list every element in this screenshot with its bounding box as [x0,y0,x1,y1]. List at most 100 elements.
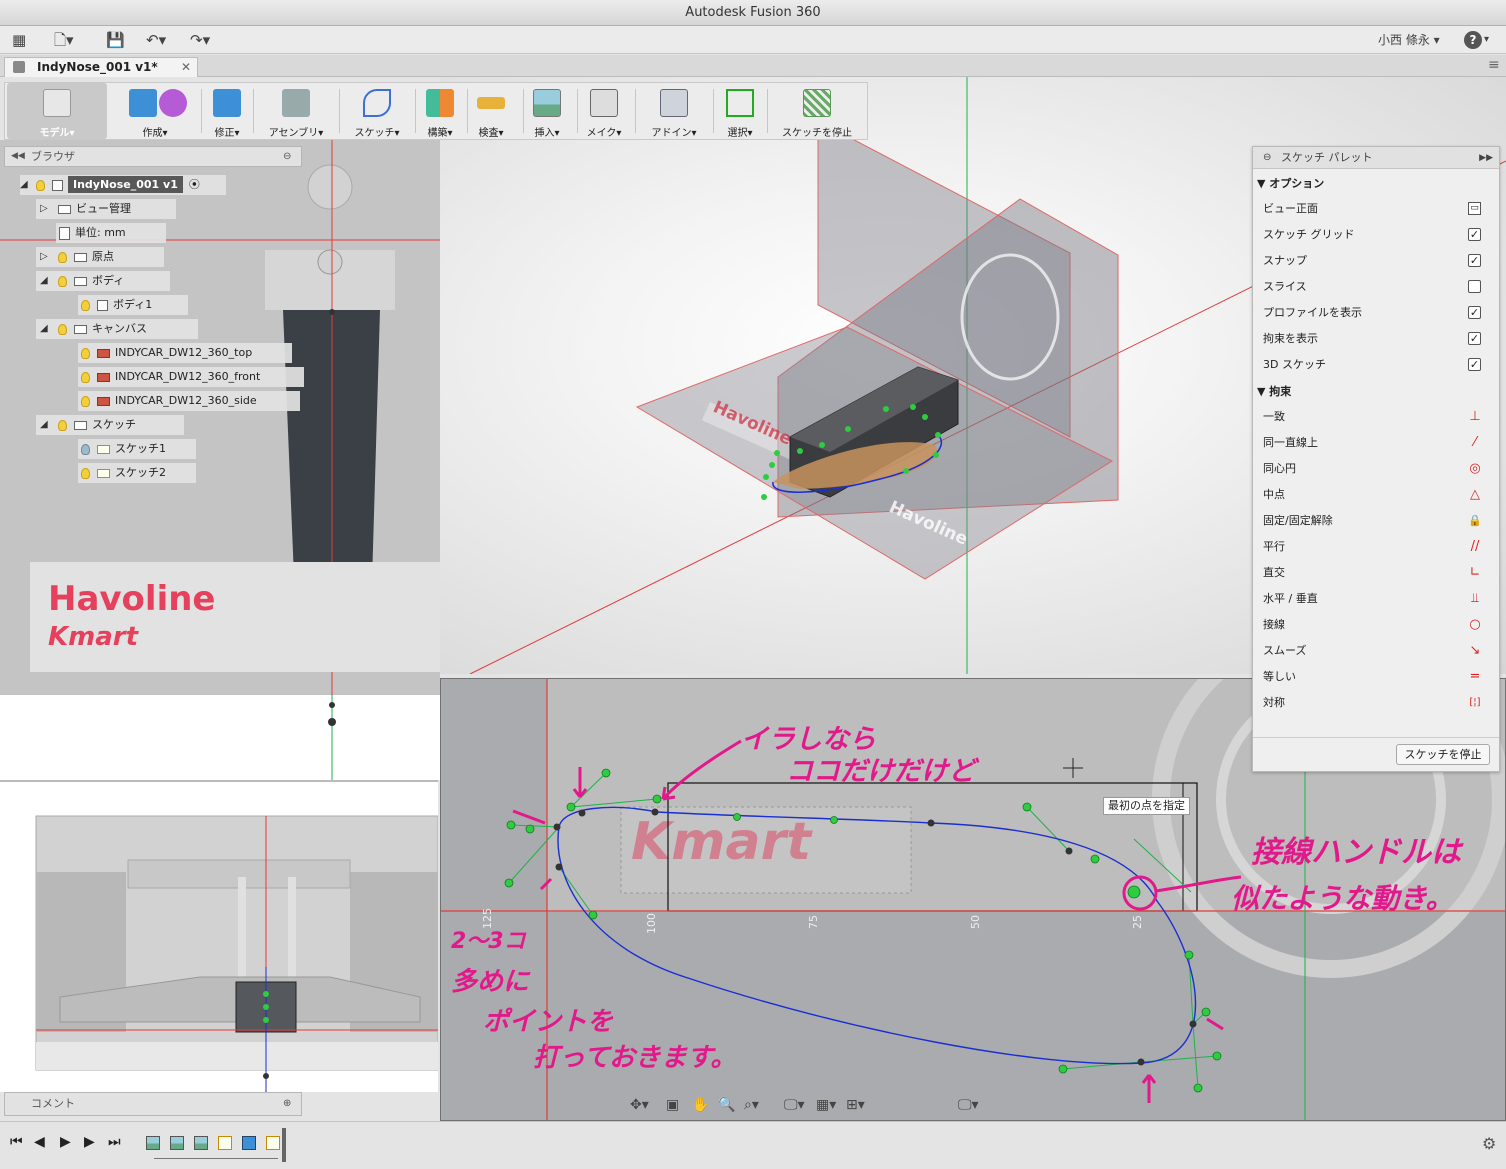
snap-checkbox[interactable]: ✓ [1468,254,1481,267]
timeline-features[interactable] [146,1134,286,1152]
help-icon[interactable]: ? [1464,31,1482,49]
tree-item-canvases[interactable]: ◢ キャンバス [36,319,198,339]
sketch-feature-icon[interactable] [266,1136,280,1150]
pan-hand-icon[interactable]: ✋ [692,1094,709,1116]
palette-minimize-icon[interactable]: ⊖ [1263,147,1271,169]
ribbon-construct-button[interactable]: 構築▾ [417,83,463,139]
file-menu-icon[interactable]: 🗋▾ [54,30,74,50]
ribbon-assemble-button[interactable]: アセンブリ▾ [255,83,337,139]
constraint-tangent[interactable]: 接線 ○ [1263,612,1491,638]
add-comment-icon[interactable]: ⊕ [283,1093,291,1115]
ribbon-create-button[interactable]: 作成▾ [113,83,197,139]
browser-minimize-icon[interactable]: ⊖ [283,147,291,166]
smooth-icon[interactable]: ↘ [1467,638,1483,664]
constraints-section[interactable]: ▼ 拘束 [1257,381,1487,403]
sketch-palette-header[interactable]: ⊖ スケッチ パレット ▶▶ [1253,147,1499,169]
tree-item-body1[interactable]: ボディ1 [78,295,188,315]
visibility-bulb-icon[interactable] [58,251,67,263]
constraint-symmetric[interactable]: 対称 [¦] [1263,690,1491,716]
fit-zoom-icon[interactable]: ⌕▾ [744,1094,759,1116]
option-sketch-grid[interactable]: スケッチ グリッド ✓ [1263,222,1491,248]
visibility-bulb-icon[interactable] [81,347,90,359]
go-to-end-icon[interactable]: ⏭ [108,1134,121,1150]
tree-item-bodies[interactable]: ◢ ボディ [36,271,170,291]
tangent-icon[interactable]: ○ [1467,612,1483,638]
step-back-icon[interactable]: ◀ [34,1134,45,1150]
show-constraints-checkbox[interactable]: ✓ [1468,332,1481,345]
tree-item-canvas-front[interactable]: INDYCAR_DW12_360_front [78,367,304,387]
look-at-icon[interactable]: ▣ [666,1094,679,1116]
extrude-feature-icon[interactable] [242,1136,256,1150]
ribbon-inspect-button[interactable]: 検査▾ [469,83,513,139]
visibility-bulb-icon[interactable] [81,467,90,479]
palette-expand-icon[interactable]: ▶▶ [1479,147,1493,169]
look-at-icon[interactable]: ▭ [1468,202,1481,215]
option-slice[interactable]: スライス [1263,274,1491,300]
active-radio-icon[interactable]: ⦿ [189,178,200,191]
close-tab-icon[interactable]: ✕ [181,58,191,76]
tree-item-units[interactable]: 単位: mm [56,223,166,243]
symmetric-icon[interactable]: [¦] [1467,690,1483,716]
parallel-icon[interactable]: // [1467,534,1483,560]
sketch-grid-checkbox[interactable]: ✓ [1468,228,1481,241]
canvas-feature-icon[interactable] [170,1136,184,1150]
option-show-constraints[interactable]: 拘束を表示 ✓ [1263,326,1491,352]
grid-settings-icon[interactable]: ▦▾ [816,1094,836,1116]
step-forward-icon[interactable]: ▶ [84,1134,95,1150]
option-view-front[interactable]: ビュー正面 ▭ [1263,196,1491,222]
options-section[interactable]: ▼ オプション [1257,173,1487,195]
constraint-perpendicular[interactable]: 直交 ∟ [1263,560,1491,586]
constraint-parallel[interactable]: 平行 // [1263,534,1491,560]
constraint-midpoint[interactable]: 中点 △ [1263,482,1491,508]
ribbon-insert-button[interactable]: 挿入▾ [525,83,569,139]
visibility-bulb-icon[interactable] [58,419,67,431]
go-to-start-icon[interactable]: ⏮ [10,1134,23,1150]
lock-icon[interactable]: 🔒 [1467,508,1483,534]
play-icon[interactable]: ▶ [60,1134,71,1150]
constraint-fix[interactable]: 固定/固定解除 🔒 [1263,508,1491,534]
option-snap[interactable]: スナップ ✓ [1263,248,1491,274]
app-grid-icon[interactable]: ▦ [12,30,26,50]
tree-item-view-mgmt[interactable]: ▷ ビュー管理 [36,199,176,219]
tree-item-sketches[interactable]: ◢ スケッチ [36,415,184,435]
environment-icon[interactable]: 🖵▾ [958,1094,979,1116]
slice-checkbox[interactable] [1468,280,1481,293]
tree-item-canvas-top[interactable]: INDYCAR_DW12_360_top [78,343,292,363]
perpendicular-icon[interactable]: ∟ [1467,560,1483,586]
ribbon-select-button[interactable]: 選択▾ [715,83,765,139]
option-3d-sketch[interactable]: 3D スケッチ ✓ [1263,352,1491,378]
collapse-browser-icon[interactable]: ◀◀ [11,147,25,166]
visibility-bulb-icon[interactable] [81,443,90,455]
concentric-icon[interactable]: ◎ [1467,456,1483,482]
tree-item-origin[interactable]: ▷ 原点 [36,247,164,267]
workspace-model-button[interactable]: モデル▾ [7,83,107,139]
show-profile-checkbox[interactable]: ✓ [1468,306,1481,319]
viewports-icon[interactable]: ⊞▾ [846,1094,865,1116]
document-tab[interactable]: IndyNose_001 v1* ✕ [4,57,198,77]
equal-icon[interactable]: = [1467,664,1483,690]
canvas-feature-icon[interactable] [194,1136,208,1150]
user-menu[interactable]: 小西 條永 ▾ [1378,30,1440,50]
display-settings-icon[interactable]: 🖵▾ [784,1094,805,1116]
constraint-collinear[interactable]: 同一直線上 ⁄ [1263,430,1491,456]
tree-item-canvas-side[interactable]: INDYCAR_DW12_360_side [78,391,300,411]
option-show-profile[interactable]: プロファイルを表示 ✓ [1263,300,1491,326]
zoom-icon[interactable]: 🔍 [718,1094,735,1116]
tree-root[interactable]: ◢ IndyNose_001 v1 ⦿ [20,175,226,195]
collinear-icon[interactable]: ⁄ [1467,430,1483,456]
undo-icon[interactable]: ↶▾ [146,30,166,50]
ribbon-modify-button[interactable]: 修正▾ [203,83,251,139]
constraint-horizontal-vertical[interactable]: 水平 / 垂直 ⫫ [1263,586,1491,612]
palette-stop-sketch-button[interactable]: スケッチを停止 [1396,744,1490,765]
ribbon-addins-button[interactable]: アドイン▾ [637,83,711,139]
ribbon-stop-sketch-button[interactable]: スケッチを停止 [769,83,865,139]
ribbon-make-button[interactable]: メイク▾ [579,83,629,139]
orbit-icon[interactable]: ✥▾ [630,1094,649,1116]
ribbon-sketch-button[interactable]: スケッチ▾ [341,83,413,139]
tree-item-sketch2[interactable]: スケッチ2 [78,463,196,483]
visibility-bulb-icon[interactable] [58,323,67,335]
midpoint-icon[interactable]: △ [1467,482,1483,508]
constraint-coincident[interactable]: 一致 ⊥ [1263,404,1491,430]
constraint-equal[interactable]: 等しい = [1263,664,1491,690]
timeline-marker[interactable] [282,1128,286,1162]
